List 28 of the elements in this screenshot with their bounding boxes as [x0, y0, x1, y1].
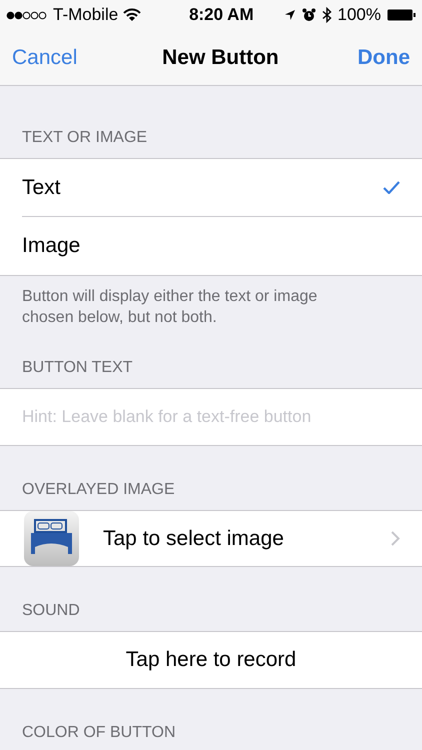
section-header: BUTTON TEXT [21, 358, 134, 378]
section-header: OVERLAYED IMAGE [21, 480, 176, 500]
section-header: TEXT OR IMAGE [21, 128, 148, 148]
location-icon [284, 9, 296, 21]
battery-icon [386, 9, 416, 21]
section-header: COLOR OF BUTTON [21, 723, 176, 743]
select-image-row[interactable]: Tap to select image [0, 510, 422, 567]
bluetooth-icon [322, 7, 332, 23]
done-button[interactable]: Done [358, 42, 410, 74]
carrier-name: T-Mobile [53, 4, 118, 26]
select-image-label: Tap to select image [103, 526, 285, 552]
option-row[interactable]: Image [22, 217, 422, 275]
option-label: Image [22, 233, 80, 260]
section-footer: Button will display either the text or image chosen below, but not both. [0, 276, 370, 328]
wifi-icon [123, 8, 142, 22]
option-label: Text [22, 174, 61, 201]
cancel-button[interactable]: Cancel [12, 42, 78, 74]
alarm-icon [302, 8, 316, 22]
section-header: SOUND [21, 601, 81, 621]
nav-title: New Button [162, 44, 279, 71]
status-time: 8:20 AM [189, 4, 254, 26]
button-text-field[interactable]: Hint: Leave blank for a text-free button [0, 388, 422, 446]
chevron-icon [391, 531, 400, 546]
bed-icon [23, 510, 80, 567]
signal-icon [6, 10, 48, 20]
option-row[interactable]: Text [22, 159, 422, 217]
battery-percent: 100% [338, 4, 381, 26]
checkmark-icon [383, 181, 400, 194]
